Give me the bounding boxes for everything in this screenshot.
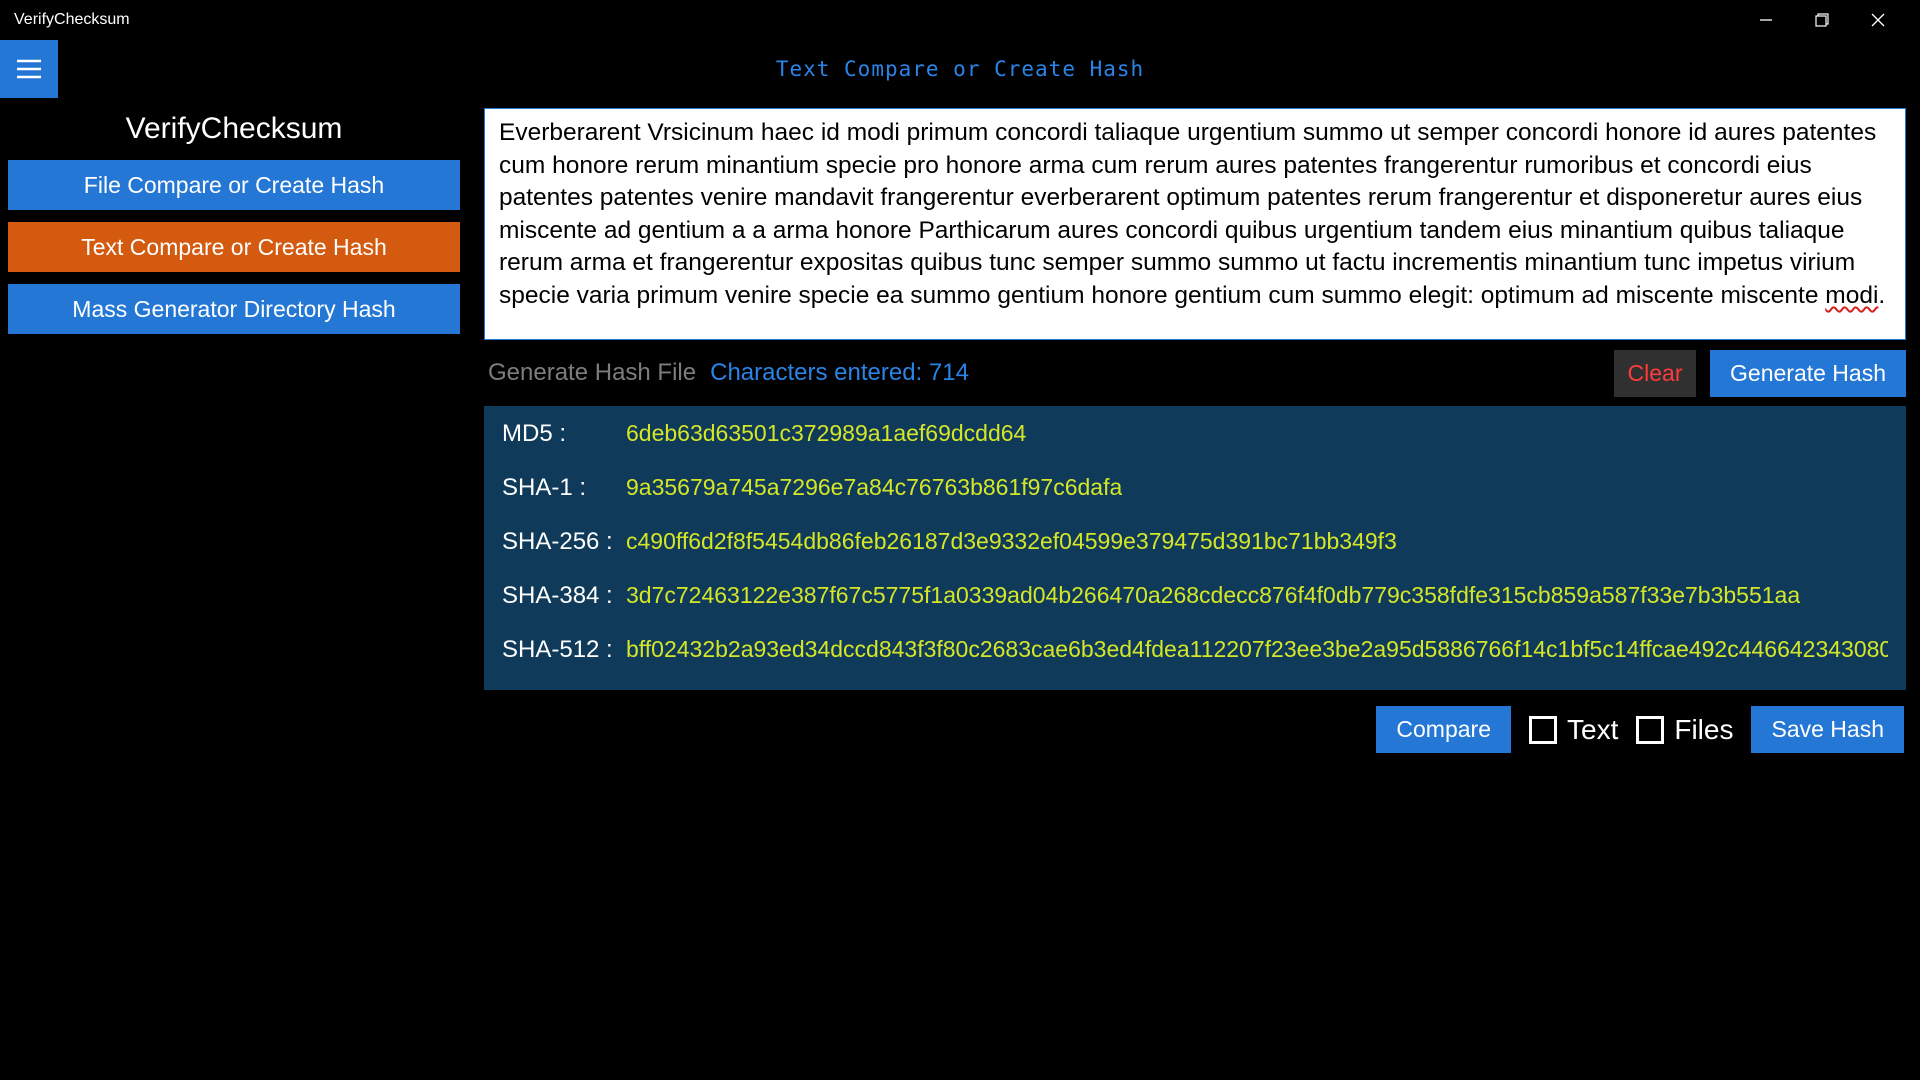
clear-button[interactable]: Clear [1614, 350, 1696, 397]
hash-value-sha512[interactable]: bff02432b2a93ed34dccd843f3f80c2683cae6b3… [626, 636, 1888, 663]
input-text-underlined: modi [1825, 282, 1878, 309]
hash-row-sha384: SHA-384 : 3d7c72463122e387f67c5775f1a033… [502, 582, 1888, 610]
header-row: Text Compare or Create Hash [0, 40, 1920, 98]
hash-row-sha512: SHA-512 : bff02432b2a93ed34dccd843f3f80c… [502, 636, 1888, 664]
hash-label-sha512: SHA-512 : [502, 636, 626, 664]
hash-row-md5: MD5 : 6deb63d63501c372989a1aef69dcdd64 [502, 420, 1888, 448]
hash-row-sha1: SHA-1 : 9a35679a745a7296e7a84c76763b861f… [502, 474, 1888, 502]
maximize-icon [1815, 13, 1829, 27]
checkbox-icon [1529, 716, 1557, 744]
minimize-icon [1759, 13, 1773, 27]
generate-hash-file-label: Generate Hash File [488, 359, 696, 387]
hamburger-icon [15, 58, 43, 80]
close-icon [1871, 13, 1885, 27]
sidebar-title: VerifyChecksum [8, 108, 460, 160]
window-controls [1738, 0, 1906, 40]
sidebar: VerifyChecksum File Compare or Create Ha… [0, 98, 468, 1080]
hash-row-sha256: SHA-256 : c490ff6d2f8f5454db86feb26187d3… [502, 528, 1888, 556]
maximize-button[interactable] [1794, 0, 1850, 40]
input-text-suffix: . [1878, 282, 1885, 309]
app-title: VerifyChecksum [14, 11, 130, 29]
hash-value-sha384[interactable]: 3d7c72463122e387f67c5775f1a0339ad04b2664… [626, 582, 1800, 609]
characters-entered: Characters entered: 714 [710, 359, 969, 387]
files-checkbox[interactable]: Files [1636, 714, 1733, 746]
generate-row: Generate Hash File Characters entered: 7… [484, 340, 1906, 406]
hash-label-sha384: SHA-384 : [502, 582, 626, 610]
hash-value-sha256[interactable]: c490ff6d2f8f5454db86feb26187d3e9332ef045… [626, 528, 1397, 555]
nav-file-compare[interactable]: File Compare or Create Hash [8, 160, 460, 210]
generate-hash-button[interactable]: Generate Hash [1710, 350, 1906, 397]
checkbox-icon [1636, 716, 1664, 744]
main-content: Everberarent Vrsicinum haec id modi prim… [468, 98, 1920, 1080]
hash-value-sha1[interactable]: 9a35679a745a7296e7a84c76763b861f97c6dafa [626, 474, 1122, 501]
files-checkbox-label: Files [1674, 714, 1733, 746]
hash-label-md5: MD5 : [502, 420, 626, 448]
hash-label-sha256: SHA-256 : [502, 528, 626, 556]
title-bar: VerifyChecksum [0, 0, 1920, 40]
hamburger-menu-button[interactable] [0, 40, 58, 98]
save-hash-button[interactable]: Save Hash [1751, 706, 1904, 753]
hash-label-sha1: SHA-1 : [502, 474, 626, 502]
nav-text-compare[interactable]: Text Compare or Create Hash [8, 222, 460, 272]
compare-button[interactable]: Compare [1376, 706, 1511, 753]
input-text-prefix: Everberarent Vrsicinum haec id modi prim… [499, 119, 1876, 309]
hash-results-panel: MD5 : 6deb63d63501c372989a1aef69dcdd64 S… [484, 406, 1906, 690]
nav-mass-generator[interactable]: Mass Generator Directory Hash [8, 284, 460, 334]
hash-value-md5[interactable]: 6deb63d63501c372989a1aef69dcdd64 [626, 420, 1026, 447]
text-checkbox[interactable]: Text [1529, 714, 1618, 746]
minimize-button[interactable] [1738, 0, 1794, 40]
text-checkbox-label: Text [1567, 714, 1618, 746]
page-heading: Text Compare or Create Hash [58, 57, 1862, 81]
text-input[interactable]: Everberarent Vrsicinum haec id modi prim… [484, 108, 1906, 340]
bottom-actions: Compare Text Files Save Hash [484, 690, 1906, 753]
close-button[interactable] [1850, 0, 1906, 40]
